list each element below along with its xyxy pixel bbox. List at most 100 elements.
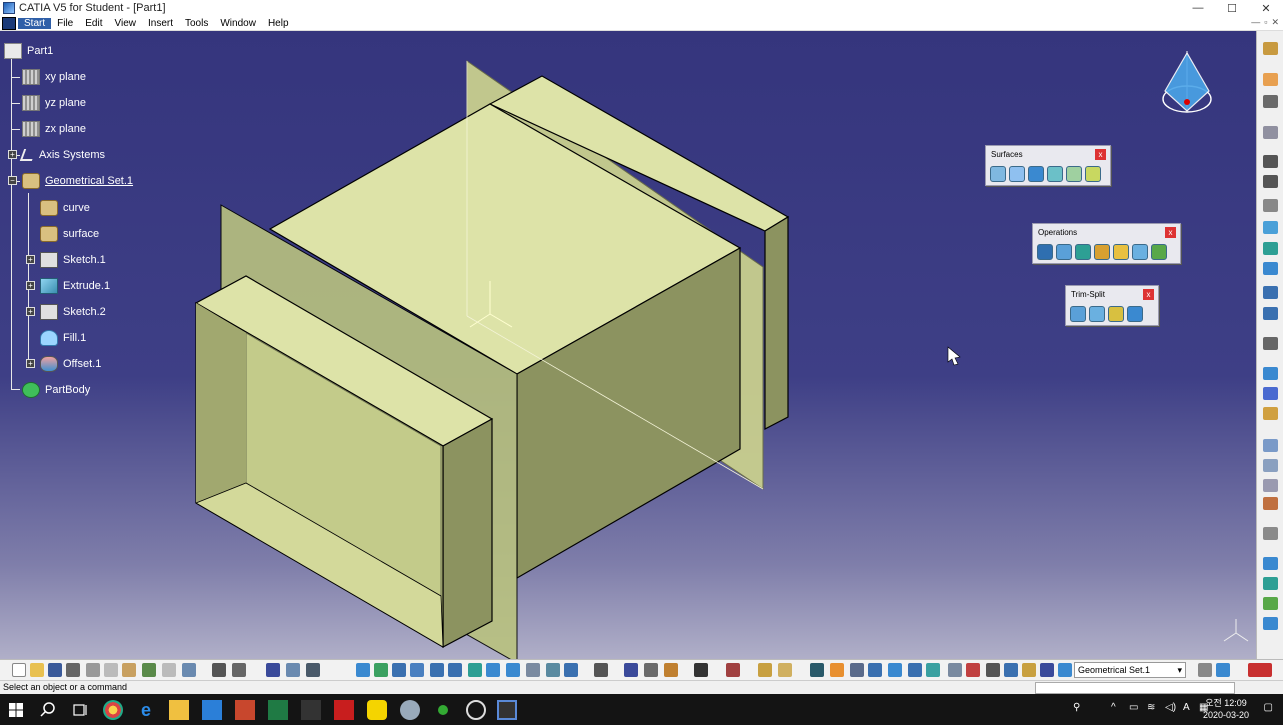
plane-icon[interactable] [1263,199,1278,212]
chrome-icon[interactable] [103,700,123,720]
redo-icon[interactable] [162,663,176,677]
new-icon[interactable] [12,663,26,677]
law-icon[interactable] [1263,407,1278,420]
expand-icon[interactable]: + [26,255,35,264]
menu-tools[interactable]: Tools [179,18,214,29]
sphere-icon[interactable] [1028,166,1044,182]
app-icon[interactable] [438,705,448,715]
formula-icon[interactable] [212,663,226,677]
fill-surface-icon[interactable] [1085,166,1101,182]
normal-view-icon[interactable] [468,663,482,677]
measure-icon[interactable] [664,663,678,677]
join-icon[interactable] [1037,244,1053,260]
grid-icon[interactable] [1263,387,1278,400]
define-work-object-icon[interactable] [966,663,980,677]
windows-start-icon[interactable] [6,700,26,720]
sketch-icon[interactable] [624,663,638,677]
menu-start[interactable]: Start [18,17,52,29]
extrude-surface-icon[interactable] [990,166,1006,182]
pan-icon[interactable] [392,663,406,677]
app-icon[interactable] [400,700,420,720]
material-icon[interactable] [644,663,658,677]
tree-root[interactable]: Part1 [4,41,53,61]
apply-material-icon[interactable] [830,663,844,677]
comment-icon[interactable] [232,663,246,677]
set-icon[interactable] [1040,663,1054,677]
window-cascade-icon[interactable] [1216,663,1230,677]
sweep-icon[interactable] [1066,166,1082,182]
tree-item-xy-plane[interactable]: xy plane [22,67,86,87]
command-input[interactable] [1035,682,1235,694]
tree-item-partbody[interactable]: PartBody [22,380,90,400]
pattern-icon[interactable] [1263,577,1278,590]
spline-icon[interactable] [1263,307,1278,320]
collapse-icon[interactable]: − [8,176,17,185]
show-icon[interactable] [778,663,792,677]
open-icon[interactable] [30,663,44,677]
intersect-icon[interactable] [1263,126,1278,139]
connect-checker-icon[interactable] [1263,479,1278,492]
whats-this-icon[interactable] [182,663,196,677]
volume-icon[interactable]: ◁) [1165,702,1176,713]
instantiate-icon[interactable] [1263,617,1278,630]
cut-icon[interactable] [86,663,100,677]
chevron-up-icon[interactable]: ^ [1111,702,1116,713]
paste-icon[interactable] [122,663,136,677]
fillet-icon[interactable] [1113,244,1129,260]
mdi-minimize-button[interactable]: — [1251,17,1260,28]
line-icon[interactable] [1263,175,1278,188]
expand-icon[interactable]: + [26,281,35,290]
tree-item-yz-plane[interactable]: yz plane [22,93,86,113]
undo-icon[interactable] [142,663,156,677]
measure-icon[interactable] [1263,439,1278,452]
list-icon[interactable] [266,663,280,677]
mdi-close-button[interactable]: ✕ [1271,17,1279,28]
expand-icon[interactable]: + [8,150,17,159]
geometrical-set-dropdown[interactable]: Geometrical Set.1 ▾ [1074,662,1186,678]
document-icon[interactable] [2,16,16,30]
workbench-icon[interactable] [1263,42,1278,55]
layer-icon[interactable] [908,663,922,677]
store-icon[interactable] [202,700,222,720]
print-icon[interactable] [66,663,80,677]
swap-space-icon[interactable] [564,663,578,677]
menu-file[interactable]: File [51,18,79,29]
expand-icon[interactable]: + [26,359,35,368]
fit-all-icon[interactable] [374,663,388,677]
flange-right-side[interactable] [764,215,789,430]
expand-icon[interactable]: + [26,307,35,316]
3d-viewport[interactable]: Part1 xy plane yz plane zx plane + Axis … [0,31,1256,659]
close-icon[interactable]: x [1095,149,1106,160]
tree-item-surface[interactable]: surface [40,224,99,244]
select-icon[interactable] [306,663,320,677]
maximize-button[interactable]: ☐ [1215,0,1249,16]
tree-item-zx-plane[interactable]: zx plane [22,119,86,139]
surfaces-toolbar[interactable]: Surfaces x [985,145,1111,186]
input-language[interactable]: A [1183,702,1190,713]
hide-show-icon[interactable] [546,663,560,677]
powerpoint-icon[interactable] [235,700,255,720]
iso-view-icon[interactable] [506,663,520,677]
camera-icon[interactable] [694,663,708,677]
menu-help[interactable]: Help [262,18,295,29]
trim-icon[interactable] [1089,306,1105,322]
tree-item-fill-1[interactable]: Fill.1 [40,328,86,348]
connect-curve-icon[interactable] [1263,367,1278,380]
task-view-icon[interactable] [70,700,90,720]
axis-system-icon[interactable] [1263,95,1278,108]
knowledge-icon[interactable] [1263,527,1278,540]
extrapolate-icon[interactable] [1151,244,1167,260]
tree-item-geometrical-set[interactable]: − Geometrical Set.1 [8,171,133,191]
split-icon[interactable] [1056,244,1072,260]
close-button[interactable]: ✕ [1249,0,1283,16]
menu-window[interactable]: Window [214,18,262,29]
menu-edit[interactable]: Edit [79,18,108,29]
corner-icon[interactable] [1263,337,1278,350]
split-icon[interactable] [1070,306,1086,322]
catia-taskbar-icon[interactable] [497,700,517,720]
app-icon[interactable] [466,700,486,720]
tree-item-extrude-1[interactable]: + Extrude.1 [26,276,110,296]
tree-item-sketch-1[interactable]: + Sketch.1 [26,250,106,270]
law-icon[interactable] [726,663,740,677]
copy-icon[interactable] [104,663,118,677]
